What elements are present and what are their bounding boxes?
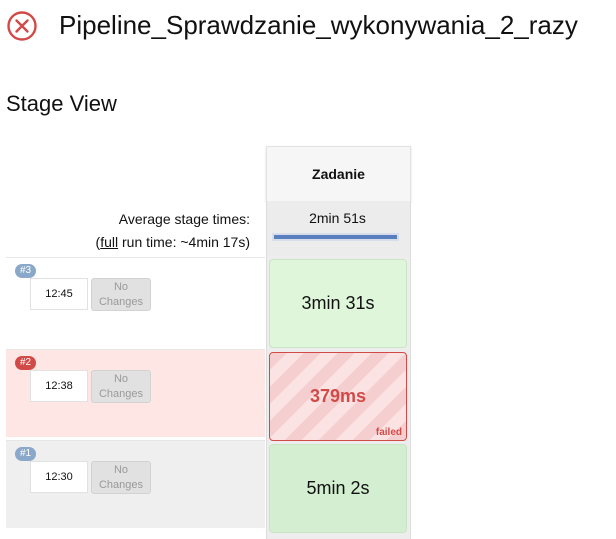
stage-cell-failed[interactable]: 379ms failed <box>269 352 407 441</box>
average-stage-times-label: Average stage times: <box>118 211 250 227</box>
full-suffix: run time: ~4min 17s) <box>118 234 250 250</box>
stage-name: Zadanie <box>312 166 365 182</box>
run-time: 12:45 <box>30 278 88 310</box>
run-row: #2 12:38 No Changes <box>6 349 265 437</box>
changes-line-2: Changes <box>98 387 144 400</box>
run-time: 12:30 <box>30 461 88 493</box>
changes-line-2: Changes <box>98 295 144 308</box>
changes-line-1: No <box>113 463 129 476</box>
run-number-badge[interactable]: #1 <box>15 447 37 461</box>
stage-view-title: Stage View <box>6 91 117 116</box>
changes-button[interactable]: No Changes <box>91 370 151 403</box>
stage-average-time: 2min 51s <box>309 210 366 226</box>
failed-status-label: failed <box>375 427 402 438</box>
full-run-link[interactable]: full <box>100 234 118 250</box>
run-row: #1 12:30 No Changes <box>6 440 265 528</box>
run-number-badge[interactable]: #2 <box>15 356 37 370</box>
changes-button[interactable]: No Changes <box>91 461 151 494</box>
changes-line-1: No <box>113 280 129 293</box>
stage-cell-success[interactable]: 3min 31s <box>269 259 407 348</box>
average-time-bar <box>274 235 397 239</box>
changes-line-1: No <box>113 372 129 385</box>
stage-cell-success[interactable]: 5min 2s <box>269 444 407 533</box>
run-number-badge[interactable]: #3 <box>15 264 37 278</box>
stage-cell-duration: 3min 31s <box>301 293 375 313</box>
changes-button[interactable]: No Changes <box>91 278 151 311</box>
page-title: Pipeline_Sprawdzanie_wykonywania_2_razy <box>59 10 578 40</box>
stage-header-zadanie[interactable]: Zadanie <box>266 146 411 202</box>
full-run-time-label: (full run time: ~4min 17s) <box>96 234 250 250</box>
stage-cell-duration: 379ms <box>309 386 367 406</box>
stage-cell-duration: 5min 2s <box>306 478 370 498</box>
header <box>6 6 38 46</box>
run-row: #3 12:45 No Changes <box>6 257 265 345</box>
changes-line-2: Changes <box>98 478 144 491</box>
run-time: 12:38 <box>30 370 88 402</box>
failed-circle-x-icon <box>6 10 38 42</box>
